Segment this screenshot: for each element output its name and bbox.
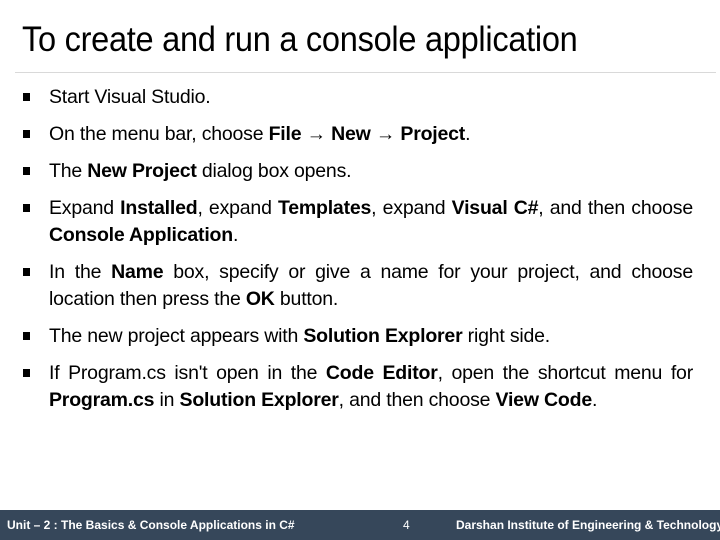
- bullet-item: Start Visual Studio.: [20, 84, 693, 111]
- bullet-text: The: [49, 160, 88, 182]
- bullet-text: , and then choose: [338, 389, 496, 411]
- bold-term: New Project: [87, 160, 197, 182]
- bullet-text: .: [465, 123, 471, 145]
- bold-term: Console Application: [49, 224, 233, 246]
- bold-term: OK: [245, 288, 275, 310]
- square-bullet-icon: [23, 204, 30, 212]
- bold-term: Solution Explorer: [179, 389, 339, 411]
- bullet-text: If Program.cs isn't open in the: [49, 362, 326, 384]
- square-bullet-icon: [23, 130, 30, 138]
- bullet-item: The New Project dialog box opens.: [20, 158, 693, 185]
- bold-term: Visual C#: [451, 197, 539, 219]
- slide-title: To create and run a console application: [22, 20, 578, 59]
- square-bullet-icon: [23, 93, 30, 101]
- bullet-text: →: [301, 123, 332, 145]
- bullet-item: If Program.cs isn't open in the Code Edi…: [20, 360, 693, 414]
- bullet-item: In the Name box, specify or give a name …: [20, 259, 693, 313]
- square-bullet-icon: [23, 369, 30, 377]
- bold-term: View Code: [495, 389, 593, 411]
- bullet-item: The new project appears with Solution Ex…: [20, 323, 693, 350]
- bullet-text: →: [370, 123, 401, 145]
- square-bullet-icon: [23, 167, 30, 175]
- bold-term: Solution Explorer: [303, 325, 463, 347]
- title-divider: [15, 72, 716, 73]
- bullet-text: .: [591, 389, 598, 411]
- slide-footer: Unit – 2 : The Basics & Console Applicat…: [0, 510, 720, 540]
- bold-term: File: [268, 123, 302, 145]
- bold-term: Name: [111, 261, 164, 283]
- bullet-list: Start Visual Studio. On the menu bar, cho…: [20, 84, 693, 424]
- footer-institute-name: Darshan Institute of Engineering & Techn…: [456, 518, 720, 532]
- bold-term: Templates: [277, 197, 372, 219]
- bullet-text: .: [232, 224, 239, 246]
- bullet-text: , and then choose: [538, 197, 693, 219]
- bullet-item: Expand Installed, expand Templates, expa…: [20, 195, 693, 249]
- square-bullet-icon: [23, 268, 30, 276]
- bold-term: Program.cs: [49, 389, 155, 411]
- bold-term: Code Editor: [325, 362, 438, 384]
- bullet-text: button.: [274, 288, 339, 310]
- bullet-item: On the menu bar, choose File → New → Pro…: [20, 121, 693, 148]
- bullet-text: In the: [49, 261, 112, 283]
- square-bullet-icon: [23, 332, 30, 340]
- bullet-text: The new project appears with: [49, 325, 304, 347]
- bold-term: Installed: [120, 197, 198, 219]
- bullet-text: dialog box opens.: [196, 160, 352, 182]
- bullet-text: Expand: [49, 197, 121, 219]
- bullet-text: right side.: [462, 325, 551, 347]
- bullet-text: , expand: [371, 197, 452, 219]
- bullet-text: Start Visual Studio.: [49, 86, 211, 108]
- bullet-text: , expand: [197, 197, 278, 219]
- bullet-text: On the menu bar, choose: [49, 123, 269, 145]
- bold-term: Project: [400, 123, 466, 145]
- bold-term: New: [331, 123, 371, 145]
- footer-unit-label: Unit – 2 : The Basics & Console Applicat…: [7, 518, 295, 532]
- bullet-text: in: [154, 389, 180, 411]
- bullet-text: , open the shortcut menu for: [437, 362, 694, 384]
- footer-page-number: 4: [403, 518, 410, 532]
